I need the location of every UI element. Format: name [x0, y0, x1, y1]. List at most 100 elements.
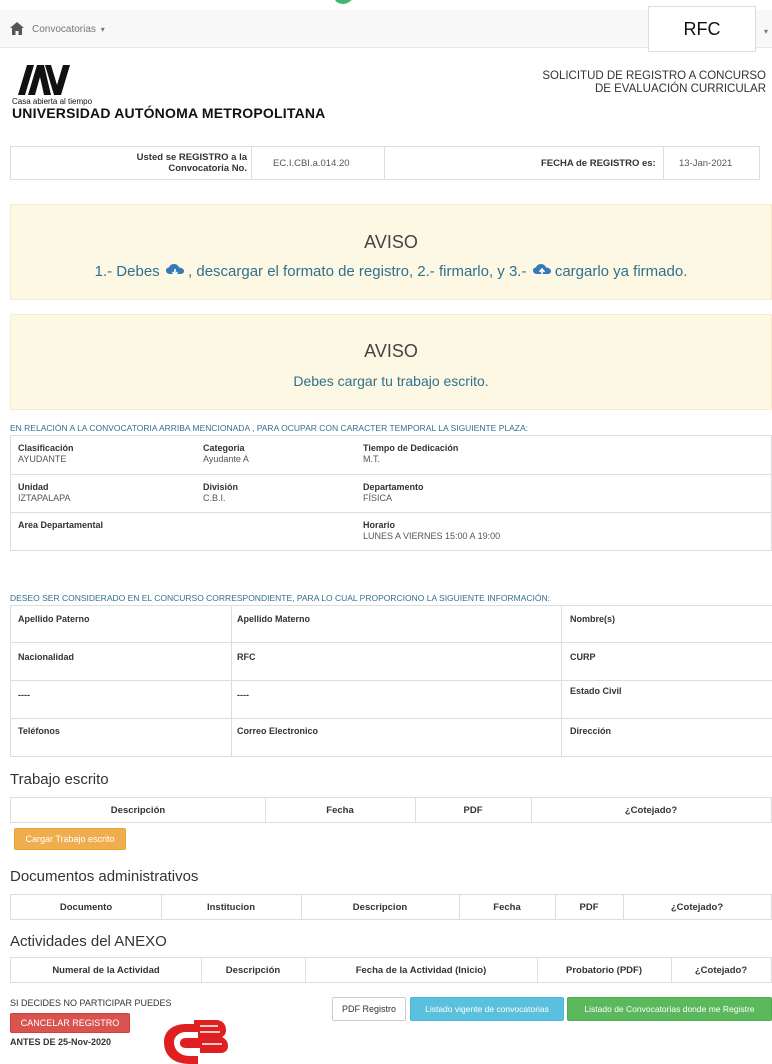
listado-vigente-button[interactable]: Listado vigente de convocatorias: [410, 997, 564, 1021]
departamento-value: FÍSICA: [363, 493, 393, 503]
column-header: Documento: [59, 901, 113, 913]
aviso-trabajo-alert: AVISO Debes cargar tu trabajo escrito.: [10, 314, 772, 410]
documentos-title: Documentos administrativos: [10, 868, 199, 885]
divider: [251, 147, 252, 179]
alert-text-start: 1.- Debes: [94, 263, 160, 280]
categoria-cell: Categoria Ayudante A: [203, 443, 249, 464]
pointing-hand-icon: [164, 1020, 228, 1064]
unidad-value: IZTAPALAPA: [18, 493, 71, 503]
obscured-field-label: ----: [237, 690, 249, 700]
registration-label: Usted se REGISTRO a la Convocatoria No.: [107, 147, 247, 179]
divider: [11, 718, 772, 719]
horario-cell: Horario LUNES A VIERNES 15:00 A 19:00: [363, 520, 500, 541]
alert-text-end: cargarlo ya firmado.: [554, 263, 688, 280]
documentos-table-header: Documento Institucion Descripcion Fecha …: [10, 894, 772, 920]
column-header: Numeral de la Actividad: [52, 964, 160, 976]
form-title-line1: SOLICITUD DE REGISTRO A CONCURSO: [542, 70, 766, 82]
estado-civil-label: Estado Civil: [570, 686, 622, 696]
home-icon[interactable]: [10, 22, 24, 35]
registration-label-line1: Usted se REGISTRO a la: [136, 152, 247, 163]
divider: [11, 512, 771, 513]
alert-message: Debes cargar tu trabajo escrito.: [293, 373, 489, 389]
registration-date-label: FECHA de REGISTRO es:: [541, 157, 656, 169]
divider: [11, 680, 772, 681]
plaza-caption: EN RELACIÓN A LA CONVOCATORIA ARRIBA MEN…: [10, 423, 529, 433]
registration-date-value: 13-Jan-2021: [679, 157, 733, 169]
alert-title: AVISO: [364, 341, 418, 361]
column-header: Institucion: [206, 901, 256, 913]
tiempo-label: Tiempo de Dedicación: [363, 443, 459, 453]
obscured-field-label: ----: [18, 690, 30, 700]
deadline-note: ANTES DE 25-Nov-2020: [10, 1037, 112, 1047]
correo-label: Correo Electronico: [237, 726, 319, 736]
trabajo-table-header: Descripción Fecha PDF ¿Cotejado?: [10, 797, 772, 823]
pdf-registro-button[interactable]: PDF Registro: [332, 997, 406, 1021]
clasificacion-label: Clasificación: [18, 443, 74, 453]
cloud-upload-icon[interactable]: [532, 264, 551, 278]
column-header: Descripción: [225, 964, 281, 976]
trabajo-escrito-title: Trabajo escrito: [10, 771, 109, 788]
nacionalidad-label: Nacionalidad: [18, 652, 75, 662]
area-label: Area Departamental: [18, 520, 104, 530]
cancel-note: SI DECIDES NO PARTICIPAR PUEDES: [10, 998, 172, 1008]
categoria-label: Categoria: [203, 443, 245, 453]
user-menu-caret-icon[interactable]: ▾: [764, 27, 768, 36]
rfc-overlay-box: RFC: [648, 6, 756, 52]
division-label: División: [203, 482, 239, 492]
column-header: PDF: [463, 804, 483, 816]
column-header: Descripcion: [352, 901, 408, 913]
tiempo-cell: Tiempo de Dedicación M.T.: [363, 443, 458, 464]
cargar-trabajo-button[interactable]: Cargar Trabajo escrito: [14, 828, 126, 850]
top-navigation: Convocatorias ▾ RFC ▾: [0, 0, 772, 58]
actividades-title: Actividades del ANEXO: [10, 933, 167, 950]
alert-text-middle: , descargar el formato de registro, 2.- …: [188, 263, 527, 280]
division-cell: División C.B.I.: [203, 482, 238, 503]
redaction-strip: [233, 720, 433, 725]
horario-value: LUNES A VIERNES 15:00 A 19:00: [363, 531, 501, 541]
division-value: C.B.I.: [203, 493, 226, 503]
column-header: Fecha: [326, 804, 354, 816]
registration-label-line2: Convocatoria No.: [168, 163, 247, 174]
column-header: ¿Cotejado?: [694, 964, 748, 976]
unidad-cell: Unidad IZTAPALAPA: [18, 482, 71, 503]
clasificacion-value: AYUDANTE: [18, 454, 67, 464]
clasificacion-cell: Clasificación AYUDANTE: [18, 443, 74, 464]
column-header: PDF: [579, 901, 599, 913]
rfc-label: RFC: [237, 652, 256, 662]
direccion-label: Dirección: [570, 726, 612, 736]
convocatorias-registradas-button[interactable]: Listado de Convocatorias donde me Regist…: [567, 997, 772, 1021]
cloud-download-icon[interactable]: [165, 264, 184, 278]
convocatorias-menu[interactable]: Convocatorias ▾: [32, 24, 105, 35]
column-header: Descripción: [110, 804, 166, 816]
plaza-table: Clasificación AYUDANTE Categoria Ayudant…: [10, 435, 772, 551]
column-header: ¿Cotejado?: [624, 804, 678, 816]
area-cell: Area Departamental: [18, 520, 103, 530]
redaction-strip: [11, 682, 221, 690]
redaction-strip: [233, 682, 429, 690]
divider: [384, 147, 385, 179]
chevron-down-icon: ▾: [100, 25, 105, 34]
alert-message: 1.- Debes , descargar el formato de regi…: [11, 263, 771, 280]
personal-info-table: Apellido Paterno Apellido Materno Nombre…: [10, 605, 772, 757]
apellido-materno-label: Apellido Materno: [237, 614, 311, 624]
divider: [231, 606, 232, 756]
actividades-table-header: Numeral de la Actividad Descripción Fech…: [10, 957, 772, 983]
tiempo-value: M.T.: [363, 454, 380, 464]
cancel-registration-button[interactable]: CANCELAR REGISTRO: [10, 1013, 130, 1033]
curp-label: CURP: [570, 652, 596, 662]
nombres-label: Nombre(s): [570, 614, 616, 624]
convocatoria-number: EC.I.CBI.a.014.20: [273, 157, 350, 169]
aviso-download-alert: AVISO 1.- Debes , descargar el formato d…: [10, 204, 772, 300]
departamento-label: Departamento: [363, 482, 424, 492]
form-title-line2: DE EVALUACIÓN CURRICULAR: [594, 83, 766, 95]
column-header: ¿Cotejado?: [670, 901, 724, 913]
green-arc-decoration: [332, 0, 354, 4]
telefonos-label: Teléfonos: [18, 726, 60, 736]
column-header: Probatorio (PDF): [566, 964, 642, 976]
personal-caption: DESEO SER CONSIDERADO EN EL CONCURSO COR…: [10, 593, 550, 603]
apellido-paterno-label: Apellido Paterno: [18, 614, 90, 624]
divider: [561, 606, 562, 756]
column-header: Fecha de la Actividad (Inicio): [355, 964, 487, 976]
departamento-cell: Departamento FÍSICA: [363, 482, 424, 503]
divider: [663, 147, 664, 179]
